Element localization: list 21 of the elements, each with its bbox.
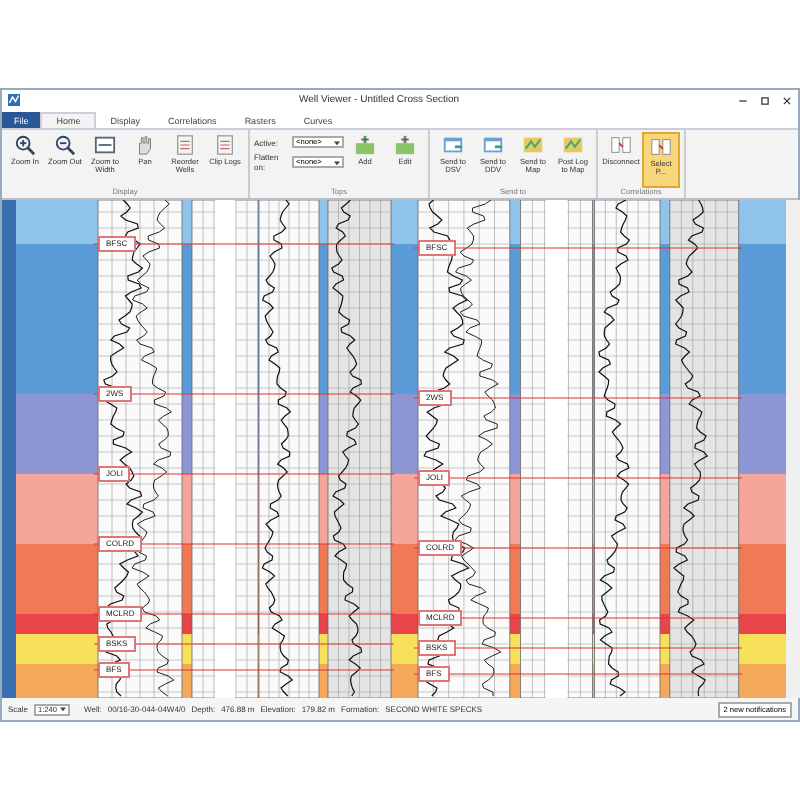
chart-icon xyxy=(522,134,544,156)
edit-top-icon xyxy=(394,134,416,156)
caret-icon xyxy=(60,706,67,712)
app-icon xyxy=(8,94,20,106)
add-top-icon xyxy=(354,134,376,156)
hand-icon xyxy=(134,134,156,156)
zoom-out-icon xyxy=(54,134,76,156)
close-icon[interactable] xyxy=(782,95,792,105)
window-icon xyxy=(482,134,504,156)
caret-icon xyxy=(334,159,340,165)
document-icon xyxy=(174,134,196,156)
minimize-icon[interactable] xyxy=(738,95,748,105)
window-icon xyxy=(442,134,464,156)
caret-icon xyxy=(334,139,340,145)
chart-icon xyxy=(562,134,584,156)
panels-icon xyxy=(610,134,632,156)
fit-width-icon xyxy=(94,134,116,156)
maximize-icon[interactable] xyxy=(760,95,770,105)
panels-icon xyxy=(650,136,672,158)
document-icon xyxy=(214,134,236,156)
zoom-in-icon xyxy=(14,134,36,156)
